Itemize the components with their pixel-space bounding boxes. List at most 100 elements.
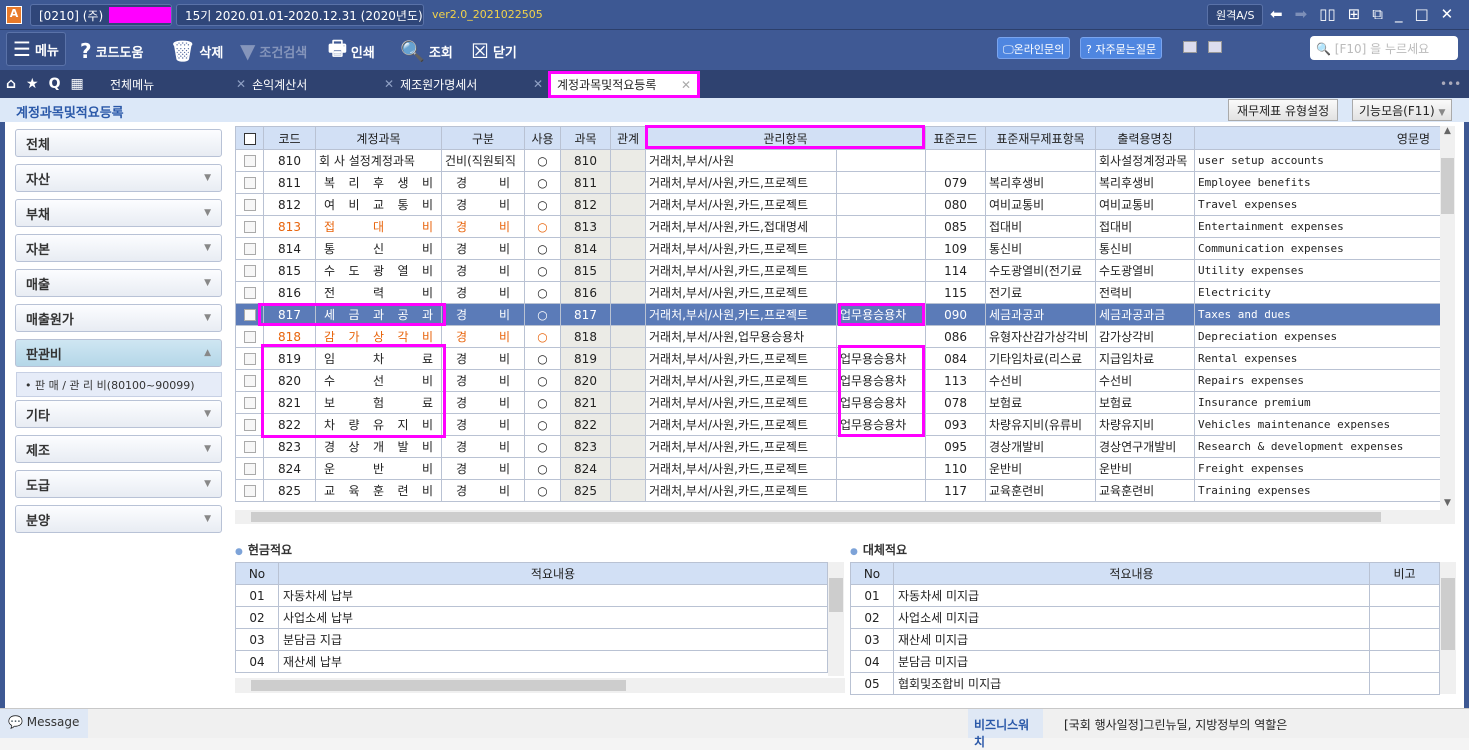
cash-horizontal-scrollbar[interactable]	[235, 678, 845, 693]
message-button[interactable]: 💬 Message	[0, 709, 88, 738]
tab-all-menu[interactable]: 전체메뉴	[110, 70, 154, 98]
list-item[interactable]: 05 협회및조합비 미지급	[850, 672, 1440, 695]
row-checkbox[interactable]	[235, 259, 264, 282]
table-row[interactable]: 818 감 가 상 각 비 경 비 ○ 818 거래처,부서/사원,업무용승용차…	[235, 325, 1442, 348]
col-header[interactable]: 표준코드	[925, 126, 987, 150]
sidebar-category-5[interactable]: 매출원가 ▼	[15, 304, 222, 332]
table-row[interactable]: 824 운 반 비 경 비 ○ 824 거래처,부서/사원,카드,프로젝트 11…	[235, 457, 1442, 480]
sidebar-category-6[interactable]: 판관비 ▲	[15, 339, 222, 367]
tab-account-registration[interactable]: 계정과목및적요등록 ✕	[548, 71, 700, 98]
faq-button[interactable]: ? 자주묻는질문	[1080, 37, 1163, 59]
filter-button[interactable]: ▼ 조건검색	[240, 36, 307, 66]
more-tabs-icon[interactable]: •••	[1440, 70, 1461, 98]
back-arrow-icon[interactable]: ⬅	[1270, 5, 1283, 23]
col-header[interactable]: 계정과목	[315, 126, 442, 150]
table-row[interactable]: 825 교 육 훈 련 비 경 비 ○ 825 거래처,부서/사원,카드,프로젝…	[235, 479, 1442, 502]
sidebar-category-4[interactable]: 매출 ▼	[15, 269, 222, 297]
table-row[interactable]: 819 임 차 료 경 비 ○ 819 거래처,부서/사원,카드,프로젝트 업무…	[235, 347, 1442, 370]
scroll-thumb[interactable]	[251, 512, 1381, 522]
print-button[interactable]: 🖶 인쇄	[328, 36, 375, 66]
grid-layout-icon[interactable]: ⊞	[1348, 5, 1361, 23]
sidebar-subitem-sga[interactable]: • 판 매 / 관 리 비(80100~90099)	[16, 372, 222, 397]
book-icon[interactable]: ▯▯	[1319, 5, 1336, 23]
row-checkbox[interactable]	[235, 369, 264, 392]
close-window-icon[interactable]: ✕	[1441, 5, 1454, 23]
close-tab-icon[interactable]: ✕	[236, 77, 246, 91]
table-row[interactable]: 816 전 력 비 경 비 ○ 816 거래처,부서/사원,카드,프로젝트 11…	[235, 281, 1442, 304]
sidebar-category-7[interactable]: 기타 ▼	[15, 400, 222, 428]
table-row[interactable]: 813 접 대 비 경 비 ○ 813 거래처,부서/사원,카드,접대명세 08…	[235, 215, 1442, 238]
select-all-checkbox[interactable]	[235, 126, 264, 150]
home-icon[interactable]: ⌂	[6, 76, 16, 92]
minimize-icon[interactable]: _	[1395, 5, 1403, 23]
quick-search-icon[interactable]: Q	[49, 76, 61, 92]
scroll-thumb[interactable]	[1441, 578, 1455, 650]
layout-right-icon[interactable]	[1208, 41, 1222, 53]
star-icon[interactable]: ★	[26, 76, 39, 92]
company-selector[interactable]: [0210] (주)	[30, 4, 172, 26]
scroll-thumb[interactable]	[251, 680, 626, 691]
sidebar-category-1[interactable]: 자산 ▼	[15, 164, 222, 192]
table-row[interactable]: 810 회 사 설정계정과목 건비(직원퇴직 ○ 810 거래처,부서/사원 회…	[235, 149, 1442, 172]
row-checkbox[interactable]	[235, 479, 264, 502]
tab-manufacturing-cost[interactable]: ✕ 제조원가명세서	[384, 70, 477, 98]
table-row[interactable]: 820 수 선 비 경 비 ○ 820 거래처,부서/사원,카드,프로젝트 업무…	[235, 369, 1442, 392]
list-item[interactable]: 01 자동차세 미지급	[850, 584, 1440, 607]
table-row[interactable]: 814 통 신 비 경 비 ○ 814 거래처,부서/사원,카드,프로젝트 10…	[235, 237, 1442, 260]
remote-as-button[interactable]: 원격A/S	[1207, 4, 1264, 26]
row-checkbox[interactable]	[235, 281, 264, 304]
col-header[interactable]: 표준재무제표항목	[985, 126, 1097, 150]
scroll-thumb[interactable]	[829, 578, 843, 612]
tab-income-statement[interactable]: ✕ 손익계산서	[236, 70, 307, 98]
grid-vertical-scrollbar[interactable]: ▲ ▼	[1440, 126, 1455, 510]
table-row[interactable]: 821 보 험 료 경 비 ○ 821 거래처,부서/사원,카드,프로젝트 업무…	[235, 391, 1442, 414]
delete-button[interactable]: 🗑 삭제	[170, 36, 223, 66]
list-item[interactable]: 02 사업소세 납부	[235, 606, 828, 629]
grid-horizontal-scrollbar[interactable]	[235, 510, 1455, 524]
sidebar-category-10[interactable]: 분양 ▼	[15, 505, 222, 533]
sidebar-category-3[interactable]: 자본 ▼	[15, 234, 222, 262]
period-selector[interactable]: 15기 2020.01.01-2020.12.31 (2020년도)	[176, 4, 424, 26]
news-ticker[interactable]: [국회 행사일정]그린뉴딜, 지방정부의 역할은	[1064, 716, 1287, 733]
table-row[interactable]: 812 여 비 교 통 비 경 비 ○ 812 거래처,부서/사원,카드,프로젝…	[235, 193, 1442, 216]
row-checkbox[interactable]	[235, 149, 264, 172]
code-help-button[interactable]: ? 코드도움	[80, 36, 143, 66]
close-tab-icon[interactable]: ✕	[533, 70, 543, 98]
menu-search-input[interactable]: 🔍 [F10] 을 누르세요	[1310, 36, 1458, 60]
row-checkbox[interactable]	[235, 413, 264, 436]
table-row[interactable]: 822 차 량 유 지 비 경 비 ○ 822 거래처,부서/사원,카드,프로젝…	[235, 413, 1442, 436]
sidebar-category-8[interactable]: 제조 ▼	[15, 435, 222, 463]
row-checkbox[interactable]	[235, 237, 264, 260]
row-checkbox[interactable]	[235, 215, 264, 238]
transfer-vertical-scrollbar[interactable]	[1440, 562, 1456, 694]
row-checkbox[interactable]	[235, 347, 264, 370]
close-tab-icon[interactable]: ✕	[681, 78, 691, 92]
row-checkbox[interactable]	[235, 435, 264, 458]
list-item[interactable]: 03 재산세 미지급	[850, 628, 1440, 651]
window-layout-icon[interactable]: ⧉	[1372, 5, 1383, 23]
calendar-icon[interactable]: ▦	[71, 76, 84, 92]
list-item[interactable]: 01 자동차세 납부	[235, 584, 828, 607]
table-row[interactable]: 815 수 도 광 열 비 경 비 ○ 815 거래처,부서/사원,카드,프로젝…	[235, 259, 1442, 282]
col-header[interactable]: 관계	[610, 126, 646, 150]
scroll-up-icon[interactable]: ▲	[1440, 126, 1455, 136]
col-header[interactable]: 사용	[524, 126, 561, 150]
online-inquiry-button[interactable]: 🖵온라인문의	[997, 37, 1071, 59]
search-button[interactable]: 🔍 조회	[400, 36, 453, 66]
scroll-thumb[interactable]	[1441, 158, 1454, 214]
sidebar-category-2[interactable]: 부채 ▼	[15, 199, 222, 227]
list-item[interactable]: 04 재산세 납부	[235, 650, 828, 673]
list-item[interactable]: 03 분담금 지급	[235, 628, 828, 651]
col-header[interactable]: 과목	[560, 126, 611, 150]
fs-type-setting-button[interactable]: 재무제표 유형설정	[1228, 99, 1339, 121]
list-item[interactable]: 02 사업소세 미지급	[850, 606, 1440, 629]
close-tab-icon[interactable]: ✕	[384, 77, 394, 91]
sidebar-category-9[interactable]: 도급 ▼	[15, 470, 222, 498]
menu-button[interactable]: ☰ 메뉴	[6, 32, 66, 66]
col-header[interactable]: 영문명	[1194, 126, 1442, 150]
row-checkbox[interactable]	[235, 325, 264, 348]
maximize-icon[interactable]: □	[1414, 5, 1428, 23]
close-button[interactable]: ☒ 닫기	[471, 36, 517, 66]
col-header[interactable]: 구분	[441, 126, 525, 150]
scroll-down-icon[interactable]: ▼	[1440, 498, 1455, 508]
